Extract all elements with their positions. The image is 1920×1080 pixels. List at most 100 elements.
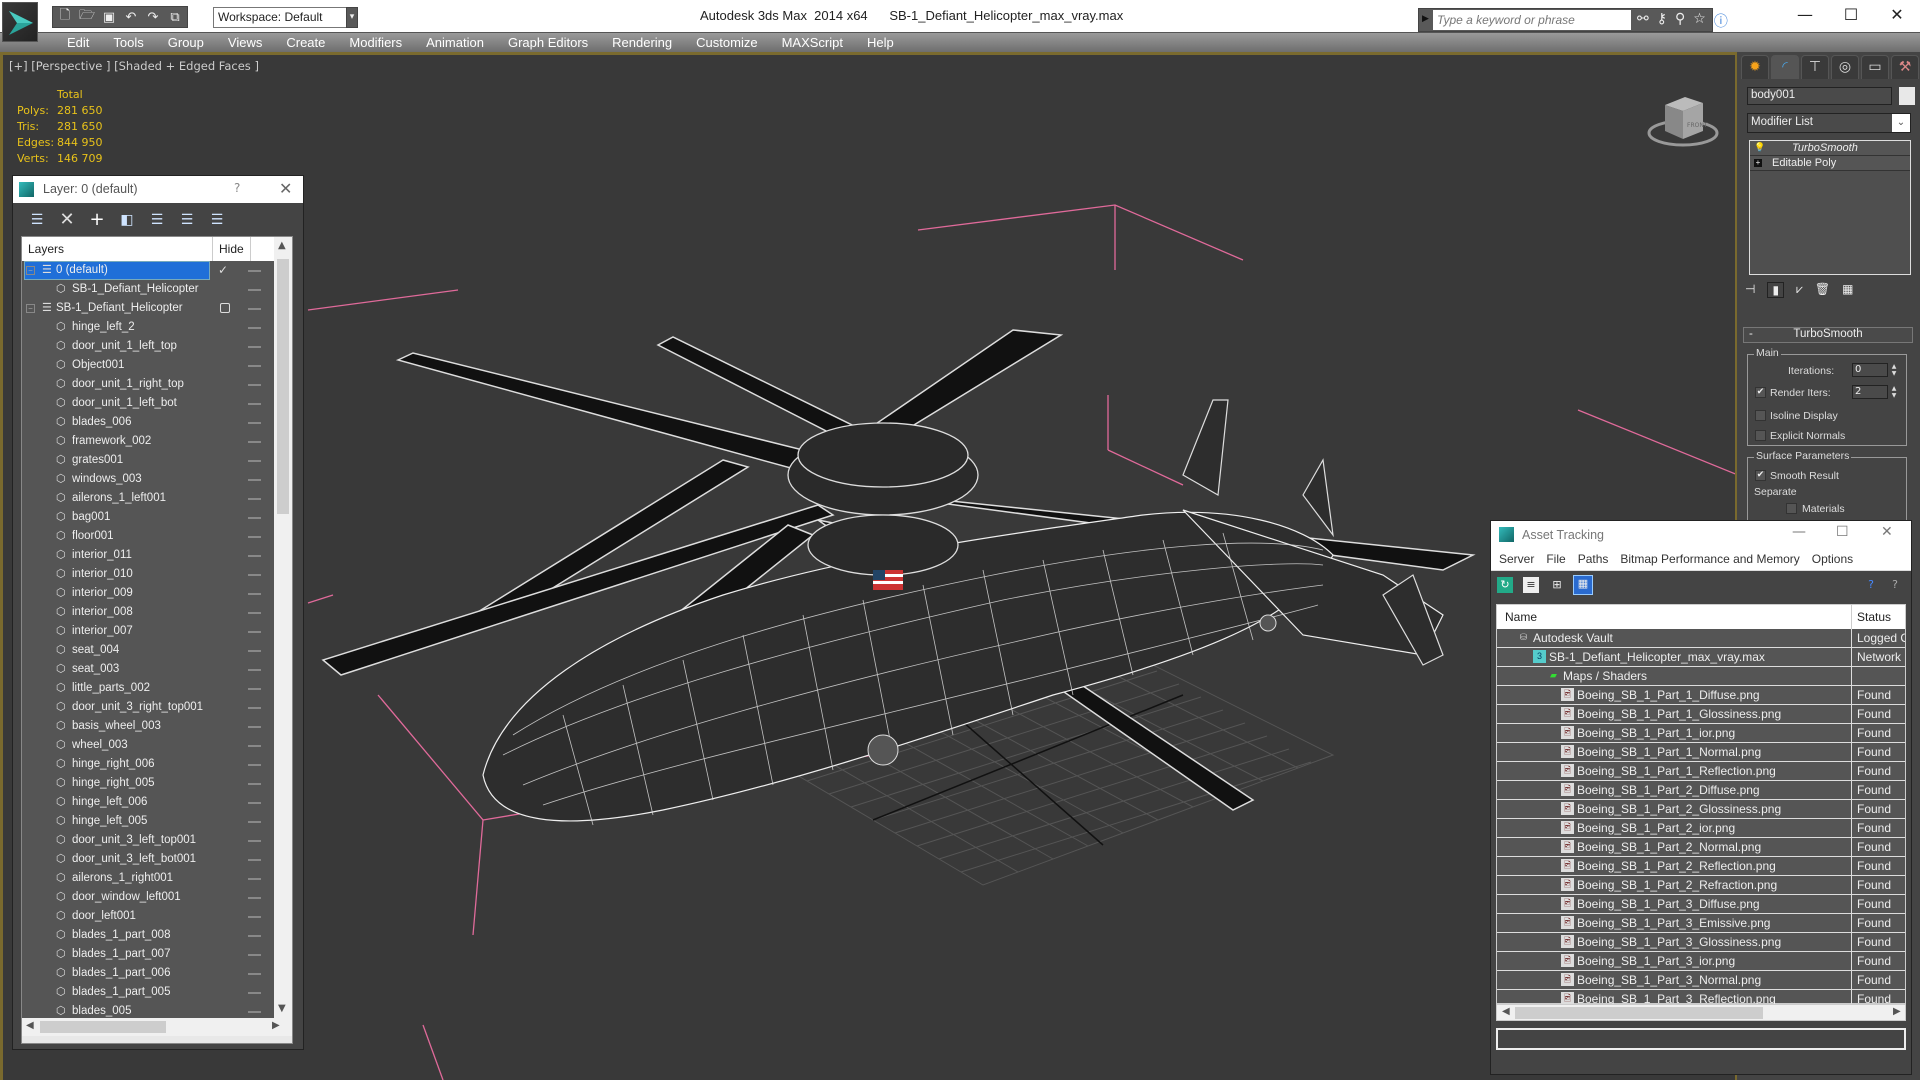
hide-toggle[interactable]: [248, 707, 261, 709]
hide-toggle[interactable]: [248, 327, 261, 329]
hide-toggle[interactable]: [248, 745, 261, 747]
hierarchy-tab-icon[interactable]: ⊤: [1801, 55, 1829, 79]
delete-icon[interactable]: ✕: [58, 210, 76, 229]
rollout-header[interactable]: - TurboSmooth: [1743, 327, 1913, 343]
help-button[interactable]: ?: [234, 181, 240, 195]
object-row[interactable]: ⬡ door_unit_1_left_bot: [22, 394, 274, 413]
show-end-result-icon[interactable]: ▮: [1767, 282, 1785, 298]
render-iters-spinner[interactable]: 2: [1852, 385, 1888, 399]
object-row[interactable]: ⬡ hinge_left_005: [22, 812, 274, 831]
search-input[interactable]: [1433, 10, 1631, 30]
object-row[interactable]: ⬡ little_parts_002: [22, 679, 274, 698]
scroll-thumb[interactable]: [277, 259, 289, 514]
new-icon[interactable]: 🗋: [57, 6, 73, 28]
scroll-right-icon[interactable]: ▶: [272, 1020, 280, 1031]
scroll-up-icon[interactable]: ▲: [278, 240, 286, 251]
menu-group[interactable]: Group: [156, 35, 216, 51]
hide-toggle[interactable]: [248, 916, 261, 918]
object-row[interactable]: ⬡ blades_1_part_007: [22, 945, 274, 964]
menu-create[interactable]: Create: [274, 35, 337, 51]
select-layer-icon[interactable]: ☰: [148, 211, 166, 229]
asset-row[interactable]: 🖻 Boeing_SB_1_Part_2_Normal.png Found: [1497, 838, 1905, 857]
help-globe-icon[interactable]: ?: [1863, 577, 1879, 593]
binoculars-icon[interactable]: ⚯: [1637, 11, 1649, 31]
help-icon[interactable]: ⓘ: [1714, 11, 1728, 31]
scroll-thumb[interactable]: [40, 1021, 166, 1033]
asset-row[interactable]: 🖻 Boeing_SB_1_Part_1_Reflection.png Found: [1497, 762, 1905, 781]
motion-tab-icon[interactable]: ◎: [1831, 55, 1859, 79]
asset-row[interactable]: 🖻 Boeing_SB_1_Part_1_Normal.png Found: [1497, 743, 1905, 762]
scroll-right-icon[interactable]: ▶: [1893, 1006, 1901, 1017]
object-row[interactable]: ⬡ door_unit_3_left_bot001: [22, 850, 274, 869]
stack-item-editable-poly[interactable]: + Editable Poly: [1750, 156, 1910, 171]
asset-row[interactable]: ▰ Maps / Shaders: [1497, 667, 1905, 686]
asset-row[interactable]: 🖻 Boeing_SB_1_Part_1_Diffuse.png Found: [1497, 686, 1905, 705]
hide-toggle[interactable]: [248, 384, 261, 386]
expand-arrow-icon[interactable]: ▶: [1422, 14, 1429, 24]
object-row[interactable]: ⬡ blades_1_part_006: [22, 964, 274, 983]
display-tab-icon[interactable]: ▭: [1861, 55, 1889, 79]
hide-toggle[interactable]: [248, 726, 261, 728]
menu-paths[interactable]: Paths: [1578, 549, 1621, 570]
object-row[interactable]: ⬡ blades_005: [22, 1002, 274, 1018]
scroll-thumb[interactable]: [1515, 1007, 1763, 1019]
asset-row[interactable]: ⛁ Autodesk Vault Logged Out: [1497, 629, 1905, 648]
column-status[interactable]: Status: [1857, 610, 1891, 624]
object-row[interactable]: ⬡ bag001: [22, 508, 274, 527]
lightbulb-icon[interactable]: 💡: [1754, 142, 1765, 153]
menu-customize[interactable]: Customize: [684, 35, 769, 51]
hide-toggle[interactable]: [248, 764, 261, 766]
menu-help[interactable]: Help: [855, 35, 906, 51]
hide-toggle[interactable]: [248, 1011, 261, 1013]
key-icon[interactable]: ⚷: [1657, 11, 1667, 31]
hide-toggle[interactable]: [248, 365, 261, 367]
menu-server[interactable]: Server: [1499, 549, 1546, 570]
hide-toggle[interactable]: [248, 270, 261, 272]
asset-row[interactable]: 🖻 Boeing_SB_1_Part_3_Emissive.png Found: [1497, 914, 1905, 933]
hide-toggle[interactable]: [248, 460, 261, 462]
hide-toggle[interactable]: [248, 574, 261, 576]
menu-views[interactable]: Views: [216, 35, 274, 51]
isoline-display-checkbox[interactable]: [1755, 410, 1766, 421]
render-iters-checkbox[interactable]: ✔: [1755, 387, 1766, 398]
hide-toggle[interactable]: [248, 878, 261, 880]
object-row[interactable]: ⬡ door_window_left001: [22, 888, 274, 907]
expand-icon[interactable]: +: [1754, 159, 1762, 167]
asset-row[interactable]: 🖻 Boeing_SB_1_Part_2_ior.png Found: [1497, 819, 1905, 838]
layer-row[interactable]: − ☰ 0 (default) ✓: [22, 261, 274, 280]
menu-maxscript[interactable]: MAXScript: [770, 35, 855, 51]
asset-row[interactable]: 🖻 Boeing_SB_1_Part_3_Glossiness.png Found: [1497, 933, 1905, 952]
hide-toggle[interactable]: [248, 422, 261, 424]
object-row[interactable]: ⬡ grates001: [22, 451, 274, 470]
asset-row[interactable]: 🖻 Boeing_SB_1_Part_1_ior.png Found: [1497, 724, 1905, 743]
select-objects-icon[interactable]: ◧: [118, 211, 136, 229]
menu-tools[interactable]: Tools: [101, 35, 155, 51]
minimize-button[interactable]: —: [1792, 524, 1806, 540]
object-row[interactable]: ⬡ interior_008: [22, 603, 274, 622]
object-row[interactable]: ⬡ hinge_left_2: [22, 318, 274, 337]
close-button[interactable]: ✕: [1881, 524, 1893, 540]
explicit-normals-checkbox[interactable]: [1755, 430, 1766, 441]
minimize-button[interactable]: —: [1782, 0, 1828, 30]
modify-tab-icon[interactable]: ◜: [1771, 55, 1799, 79]
object-row[interactable]: ⬡ hinge_left_006: [22, 793, 274, 812]
collapse-icon[interactable]: -: [1749, 328, 1753, 340]
undo-icon[interactable]: ↶: [123, 10, 139, 25]
object-row[interactable]: ⬡ door_unit_3_left_top001: [22, 831, 274, 850]
hide-toggle[interactable]: [248, 403, 261, 405]
layer-horizontal-scrollbar[interactable]: ◀ ▶: [22, 1018, 292, 1036]
make-unique-icon[interactable]: ⩗: [1796, 282, 1803, 298]
asset-row[interactable]: 🖻 Boeing_SB_1_Part_2_Glossiness.png Found: [1497, 800, 1905, 819]
object-row[interactable]: ⬡ interior_010: [22, 565, 274, 584]
hide-toggle[interactable]: [248, 802, 261, 804]
highlight-icon[interactable]: ☰: [178, 211, 196, 229]
object-row[interactable]: ⬡ door_unit_1_right_top: [22, 375, 274, 394]
object-row[interactable]: ⬡ Object001: [22, 356, 274, 375]
scroll-left-icon[interactable]: ◀: [1502, 1006, 1510, 1017]
hide-toggle[interactable]: [248, 650, 261, 652]
menu-graph-editors[interactable]: Graph Editors: [496, 35, 600, 51]
object-row[interactable]: ⬡ door_left001: [22, 907, 274, 926]
settings-icon[interactable]: ☰: [208, 211, 226, 229]
object-row[interactable]: ⬡ blades_1_part_005: [22, 983, 274, 1002]
object-row[interactable]: ⬡ interior_007: [22, 622, 274, 641]
